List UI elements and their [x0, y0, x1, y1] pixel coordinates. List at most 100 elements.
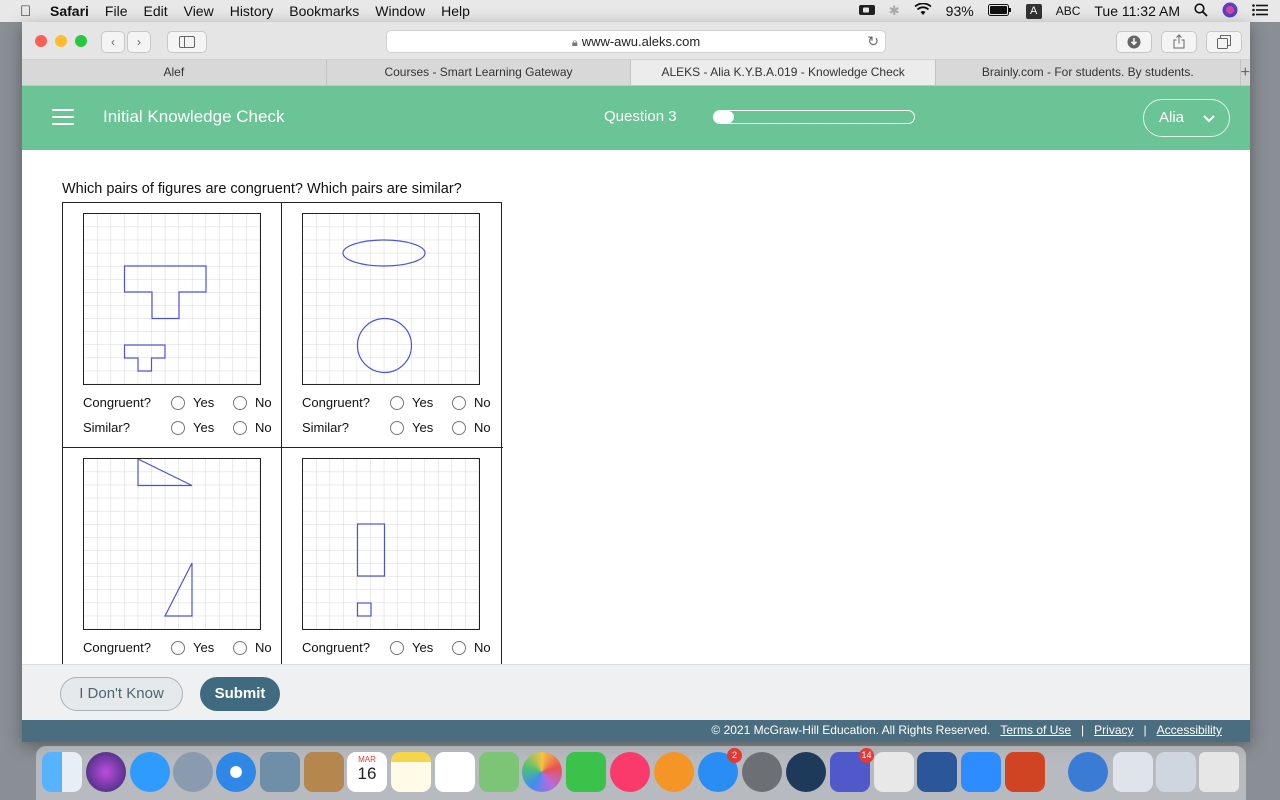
pair-1-similar-yes[interactable]: Yes	[171, 420, 233, 435]
battery-percent[interactable]: 93%	[946, 3, 974, 19]
tab-brainly[interactable]: Brainly.com - For students. By students.	[936, 60, 1241, 85]
user-menu-button[interactable]: Alia	[1143, 99, 1230, 137]
radio-button[interactable]	[452, 395, 466, 410]
pair-2-congruent-yes[interactable]: Yes	[390, 395, 452, 410]
calendar-icon[interactable]: MAR 16	[347, 752, 387, 792]
battery-icon[interactable]	[987, 3, 1012, 19]
preview-icon[interactable]	[260, 752, 300, 792]
wifi-icon[interactable]	[914, 2, 932, 19]
pair-4: Congruent? Yes No	[282, 448, 502, 664]
pair-4-congruent-yes[interactable]: Yes	[390, 640, 452, 655]
finder-icon[interactable]	[42, 752, 82, 792]
menu-edit[interactable]: Edit	[143, 3, 167, 19]
fullscreen-window-button[interactable]	[75, 35, 87, 47]
pair-1-congruent-no[interactable]: No	[233, 395, 272, 410]
radio-button[interactable]	[233, 420, 247, 435]
menu-view[interactable]: View	[184, 3, 214, 19]
radio-button[interactable]	[233, 640, 247, 655]
app-store-icon[interactable]: 2	[698, 748, 742, 792]
accessibility-link[interactable]: Accessibility	[1157, 723, 1222, 737]
radio-button[interactable]	[390, 395, 404, 410]
share-button[interactable]	[1161, 31, 1197, 53]
siri-icon[interactable]	[1222, 2, 1238, 21]
tab-overview-button[interactable]	[1206, 31, 1242, 53]
menu-help[interactable]: Help	[441, 3, 470, 19]
radio-button[interactable]	[452, 420, 466, 435]
reload-icon[interactable]: ↻	[867, 31, 879, 52]
pair-2-similar-yes[interactable]: Yes	[390, 420, 452, 435]
radio-button[interactable]	[390, 420, 404, 435]
input-source-icon[interactable]: A	[1025, 3, 1042, 19]
maps-icon[interactable]	[479, 752, 519, 792]
notes-icon[interactable]	[391, 752, 431, 792]
terms-of-use-link[interactable]: Terms of Use	[1000, 723, 1071, 737]
tab-alef[interactable]: Alef	[22, 60, 327, 85]
radio-button[interactable]	[452, 640, 466, 655]
facetime-icon[interactable]	[566, 752, 606, 792]
music-icon[interactable]	[610, 752, 650, 792]
clock[interactable]: Tue 11:32 AM	[1094, 3, 1180, 19]
similar-label: Similar?	[83, 420, 130, 435]
trash-icon[interactable]	[1199, 752, 1239, 792]
pair-3-congruent-yes[interactable]: Yes	[171, 640, 233, 655]
tab-courses[interactable]: Courses - Smart Learning Gateway	[327, 60, 632, 85]
photos-icon[interactable]	[522, 752, 562, 792]
i-dont-know-button[interactable]: I Don't Know	[60, 677, 183, 711]
quicktime-icon[interactable]	[786, 752, 826, 792]
pair-1-congruent-yes[interactable]: Yes	[171, 395, 233, 410]
spotlight-search-icon[interactable]	[1194, 2, 1208, 20]
radio-button[interactable]	[390, 640, 404, 655]
pair-4-congruent-no[interactable]: No	[452, 640, 491, 655]
minimize-window-button[interactable]	[55, 35, 67, 47]
pair-3-congruent-no[interactable]: No	[233, 640, 272, 655]
input-source-label[interactable]: ABC	[1056, 4, 1081, 18]
notification-center-icon[interactable]	[1252, 3, 1268, 19]
zoom-icon[interactable]	[961, 752, 1001, 792]
radio-button[interactable]	[233, 395, 247, 410]
downloads-button[interactable]	[1116, 31, 1152, 53]
messages-icon[interactable]	[130, 752, 170, 792]
radio-button[interactable]	[171, 640, 185, 655]
address-bar[interactable]: 🔒︎ www-awu.aleks.com ↻	[386, 30, 886, 53]
textedit-icon[interactable]	[874, 752, 914, 792]
pair-2-congruent-no[interactable]: No	[452, 395, 491, 410]
apple-icon[interactable]: 	[20, 3, 38, 20]
window-thumbnail-2[interactable]	[1156, 752, 1196, 792]
close-window-button[interactable]	[35, 35, 47, 47]
new-tab-button[interactable]: +	[1241, 60, 1250, 85]
siri-dock-icon[interactable]	[86, 752, 126, 792]
back-button[interactable]: ‹	[101, 31, 125, 53]
progress-bar	[713, 110, 915, 124]
system-preferences-icon[interactable]	[742, 752, 782, 792]
reminders-icon[interactable]	[435, 752, 475, 792]
menu-history[interactable]: History	[230, 3, 274, 19]
radio-button[interactable]	[171, 395, 185, 410]
safari-icon[interactable]	[216, 752, 256, 792]
menu-window[interactable]: Window	[375, 3, 425, 19]
books-icon[interactable]	[654, 752, 694, 792]
figure-pair-2	[302, 213, 480, 385]
launchpad-icon[interactable]	[173, 752, 213, 792]
forward-button[interactable]: ›	[127, 31, 151, 53]
submit-button[interactable]: Submit	[200, 677, 280, 711]
powerpoint-icon[interactable]	[1005, 752, 1045, 792]
pair-1-similar-no[interactable]: No	[233, 420, 272, 435]
word-icon[interactable]	[917, 752, 957, 792]
tab-aleks[interactable]: ALEKS - Alia K.Y.B.A.019 - Knowledge Che…	[631, 60, 936, 85]
sidebar-toggle-button[interactable]	[167, 31, 207, 53]
menu-file[interactable]: File	[105, 3, 128, 19]
window-thumbnail-1[interactable]	[1113, 752, 1153, 792]
menu-bookmarks[interactable]: Bookmarks	[289, 3, 359, 19]
user-name: Alia	[1159, 109, 1185, 126]
menu-app[interactable]: Safari	[50, 3, 89, 19]
hamburger-menu-icon[interactable]	[52, 109, 74, 127]
privacy-link[interactable]: Privacy	[1094, 723, 1133, 737]
pair-2-similar-no[interactable]: No	[452, 420, 491, 435]
contacts-icon[interactable]	[304, 752, 344, 792]
bluetooth-icon[interactable]: ✱	[889, 3, 900, 19]
teams-icon[interactable]: 14	[830, 748, 874, 792]
facetime-camera-icon[interactable]	[858, 3, 875, 19]
aleks-header: Initial Knowledge Check Question 3 Alia	[22, 86, 1250, 150]
radio-button[interactable]	[171, 420, 185, 435]
network-icon[interactable]	[1068, 752, 1108, 792]
